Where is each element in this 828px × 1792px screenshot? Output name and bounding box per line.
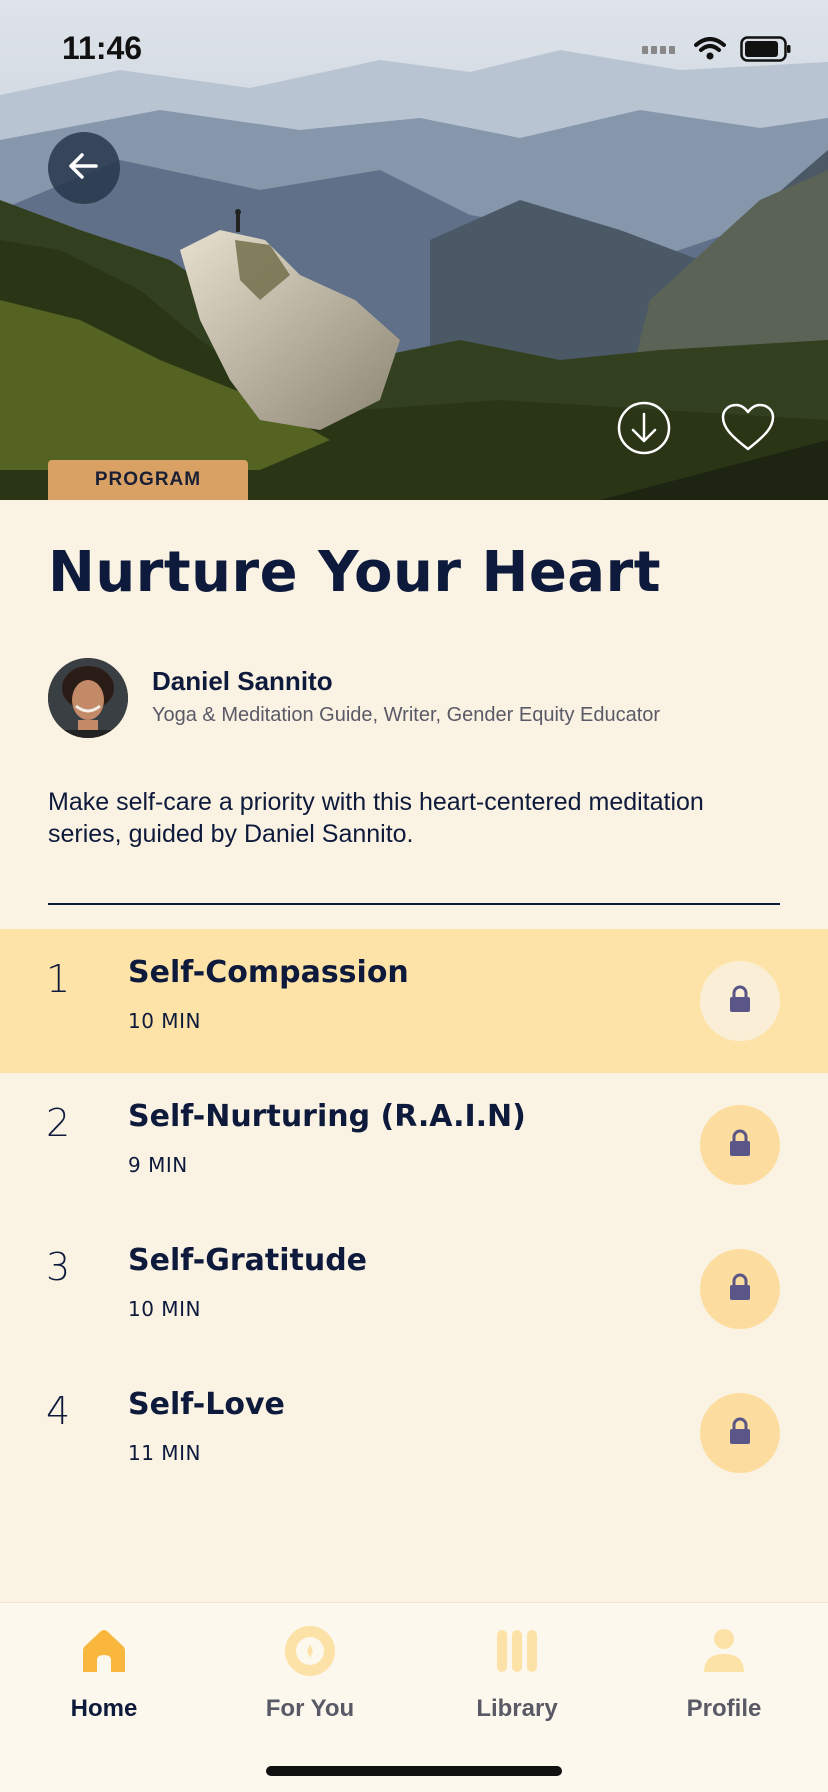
author-name: Daniel Sannito: [152, 666, 333, 696]
session-number: 4: [46, 1389, 71, 1433]
tab-library[interactable]: Library: [437, 1621, 597, 1741]
wifi-icon: [694, 37, 726, 66]
tab-for-you[interactable]: For You: [230, 1621, 390, 1741]
tab-home[interactable]: Home: [24, 1621, 184, 1741]
program-description: Make self-care a priority with this hear…: [48, 788, 704, 848]
session-number: 1: [46, 957, 71, 1001]
tab-bar: Home For You Library Profile: [0, 1602, 828, 1792]
tab-label: Library: [476, 1695, 558, 1722]
arrow-left-icon: [66, 148, 102, 189]
signal-icon: [642, 42, 680, 61]
heart-icon: [720, 403, 776, 458]
author-row[interactable]: Daniel Sannito Yoga & Meditation Guide, …: [48, 658, 788, 738]
session-title: Self-Gratitude: [128, 1243, 368, 1278]
session-row-2[interactable]: 2 Self-Nurturing (R.A.I.N) 9 MIN: [0, 1073, 828, 1217]
program-title: Nurture Your Heart: [48, 540, 661, 605]
divider: [48, 903, 780, 905]
program-tag: PROGRAM: [48, 460, 248, 500]
lock-button[interactable]: [700, 961, 780, 1041]
status-bar: 11:46: [0, 0, 828, 100]
session-list: 1 Self-Compassion 10 MIN 2 Self-Nurturin…: [0, 929, 828, 1505]
avatar: [48, 658, 128, 738]
session-duration: 11 MIN: [128, 1441, 201, 1465]
lock-icon: [729, 1273, 751, 1306]
status-time: 11:46: [62, 30, 143, 66]
compass-icon: [284, 1625, 336, 1682]
session-duration: 9 MIN: [128, 1153, 188, 1177]
lock-button[interactable]: [700, 1105, 780, 1185]
favorite-button[interactable]: [718, 400, 778, 460]
lock-icon: [729, 985, 751, 1018]
profile-icon: [702, 1628, 746, 1679]
back-button[interactable]: [48, 132, 120, 204]
tab-label: For You: [265, 1695, 355, 1722]
library-icon: [496, 1628, 538, 1679]
home-icon: [82, 1628, 126, 1679]
session-title: Self-Compassion: [128, 955, 409, 990]
lock-button[interactable]: [700, 1249, 780, 1329]
tab-label: Profile: [686, 1695, 762, 1722]
session-number: 3: [46, 1245, 71, 1289]
download-icon: [616, 400, 672, 461]
session-title: Self-Nurturing (R.A.I.N): [128, 1099, 526, 1134]
session-row-1[interactable]: 1 Self-Compassion 10 MIN: [0, 929, 828, 1073]
home-indicator: [266, 1766, 562, 1776]
session-duration: 10 MIN: [128, 1297, 201, 1321]
battery-icon: [740, 36, 792, 67]
author-role: Yoga & Meditation Guide, Writer, Gender …: [152, 704, 661, 726]
lock-icon: [729, 1417, 751, 1450]
lock-button[interactable]: [700, 1393, 780, 1473]
session-row-4[interactable]: 4 Self-Love 11 MIN: [0, 1361, 828, 1505]
hero-image: 11:46 PROGRAM: [0, 0, 828, 500]
session-duration: 10 MIN: [128, 1009, 201, 1033]
status-icons: [642, 36, 792, 67]
tab-label: Home: [70, 1695, 138, 1722]
session-row-3[interactable]: 3 Self-Gratitude 10 MIN: [0, 1217, 828, 1361]
session-title: Self-Love: [128, 1387, 285, 1422]
session-number: 2: [46, 1101, 71, 1145]
download-button[interactable]: [614, 400, 674, 460]
lock-icon: [729, 1129, 751, 1162]
tab-profile[interactable]: Profile: [644, 1621, 804, 1741]
